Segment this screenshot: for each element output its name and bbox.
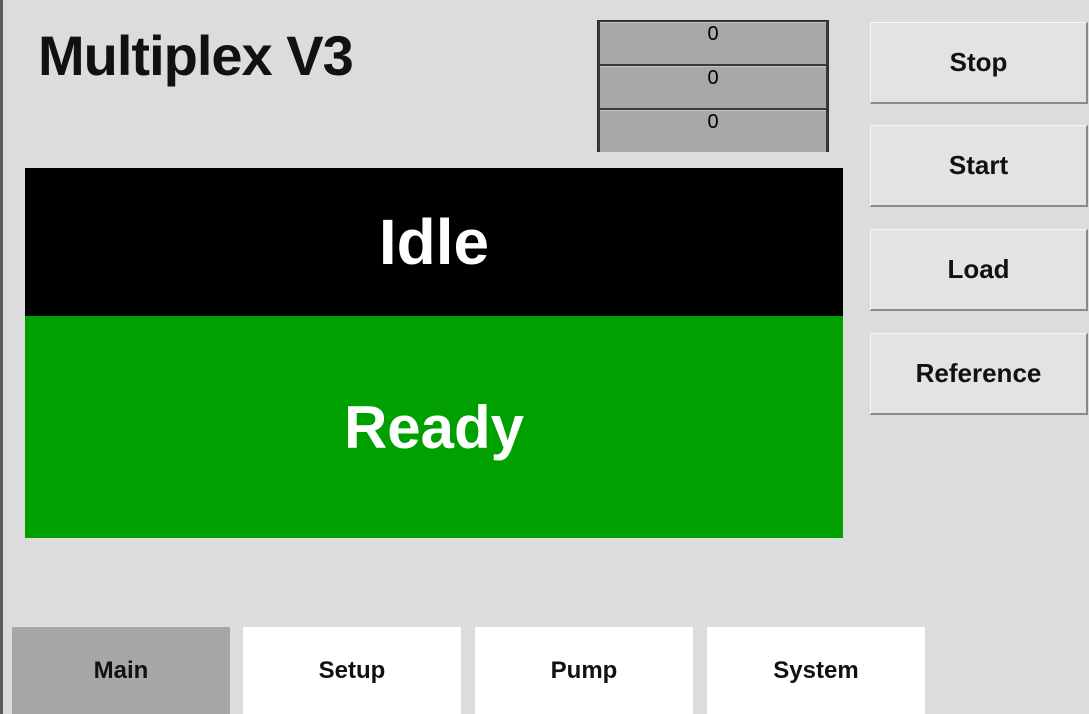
page-title: Multiplex V3 — [38, 24, 354, 87]
tab-main-label: Main — [93, 656, 149, 684]
reference-button-label: Reference — [915, 358, 1042, 388]
stop-button-label: Stop — [949, 47, 1008, 77]
machine-state-banner: Idle — [25, 168, 843, 316]
tab-main[interactable]: Main — [12, 627, 230, 714]
counter-panel: 0 0 0 — [597, 20, 829, 152]
hmi-screen: Multiplex V3 0 0 0 Idle Ready Stop Start… — [0, 0, 1089, 714]
counter-2-display: 0 — [600, 66, 826, 108]
stop-button[interactable]: Stop — [870, 22, 1088, 104]
load-button[interactable]: Load — [870, 229, 1088, 311]
readiness-text: Ready — [343, 393, 525, 461]
tab-setup[interactable]: Setup — [243, 627, 461, 714]
start-button[interactable]: Start — [870, 125, 1088, 207]
start-button-label: Start — [948, 150, 1009, 180]
tab-system[interactable]: System — [707, 627, 925, 714]
load-button-label: Load — [947, 254, 1010, 284]
tab-system-label: System — [773, 656, 859, 684]
counter-3-display: 0 — [600, 110, 826, 152]
reference-button[interactable]: Reference — [870, 333, 1088, 415]
tab-pump-label: Pump — [550, 656, 618, 684]
tab-pump[interactable]: Pump — [475, 627, 693, 714]
readiness-banner: Ready — [25, 316, 843, 538]
machine-state-text: Idle — [378, 206, 490, 278]
tab-setup-label: Setup — [318, 656, 386, 684]
counter-1-display: 0 — [600, 22, 826, 64]
